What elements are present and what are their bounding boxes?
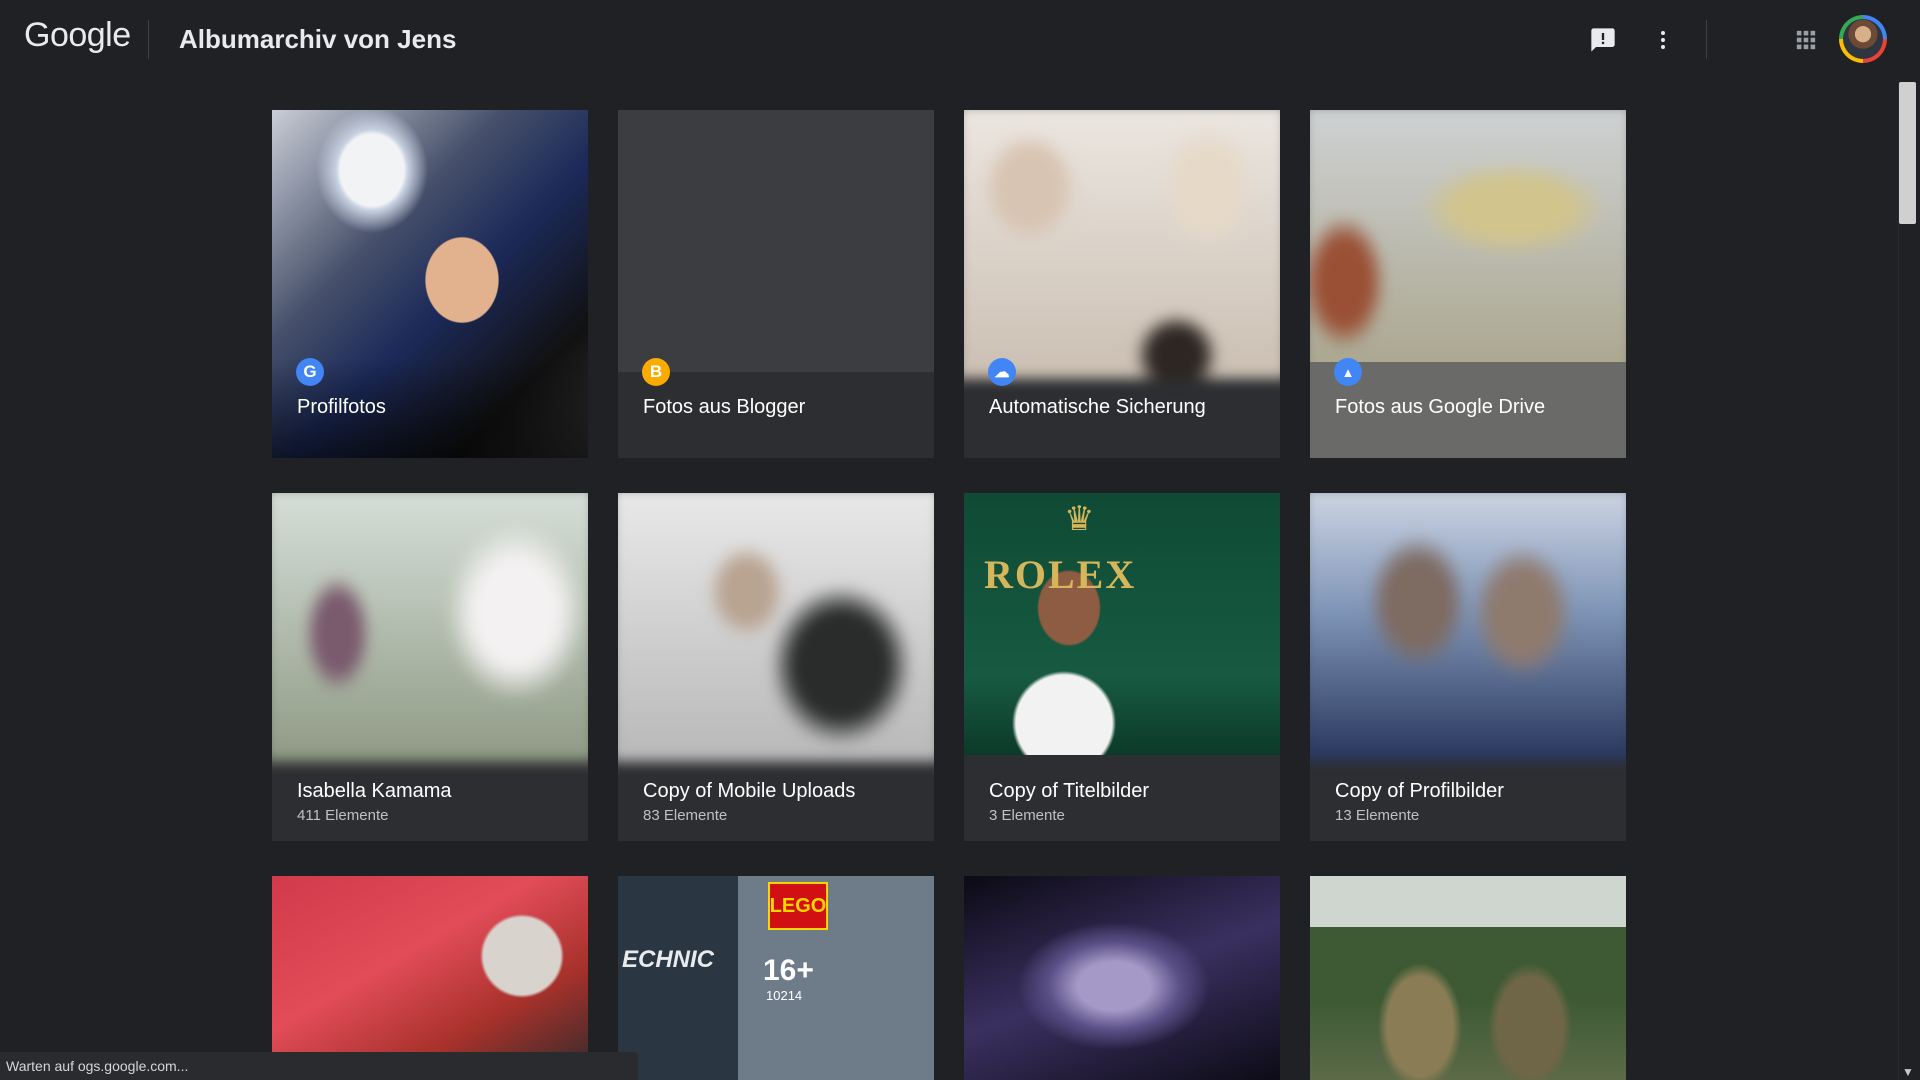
age-rating: 16+ bbox=[763, 954, 814, 987]
album-thumbnail bbox=[964, 110, 1280, 379]
album-thumbnail bbox=[1310, 110, 1626, 379]
album-thumbnail bbox=[618, 110, 934, 372]
technic-text: ECHNIC bbox=[622, 946, 715, 973]
scrollbar-thumb[interactable] bbox=[1899, 82, 1916, 224]
set-number: 10214 bbox=[766, 988, 803, 1003]
album-thumbnail: ♛ ROLEX bbox=[964, 493, 1280, 755]
album-card[interactable] bbox=[1310, 876, 1626, 1080]
album-name: Copy of Profilbilder bbox=[1335, 780, 1504, 802]
google-drive-icon: ▲ bbox=[1334, 358, 1362, 386]
album-item-count: 411 Elemente bbox=[297, 807, 389, 824]
album-name: Profilfotos bbox=[297, 396, 386, 418]
album-card[interactable]: Isabella Kamama 411 Elemente bbox=[272, 493, 588, 841]
browser-status-bar: Warten auf ogs.google.com... bbox=[0, 1052, 638, 1080]
album-card[interactable]: ECHNIC LEGO 16+ 10214 bbox=[618, 876, 934, 1080]
album-card[interactable]: ☁ Automatische Sicherung bbox=[964, 110, 1280, 458]
album-thumbnail bbox=[964, 876, 1280, 1080]
album-card[interactable]: Copy of Mobile Uploads 83 Elemente bbox=[618, 493, 934, 841]
album-name: Automatische Sicherung bbox=[989, 396, 1206, 418]
album-card[interactable] bbox=[272, 876, 588, 1080]
album-item-count: 83 Elemente bbox=[643, 807, 728, 824]
album-name: Copy of Titelbilder bbox=[989, 780, 1150, 802]
scroll-down-arrow-icon[interactable]: ▼ bbox=[1902, 1066, 1914, 1078]
blogger-icon: B bbox=[642, 358, 670, 386]
album-grid: G Profilfotos B Fotos aus Blogger ☁ Auto… bbox=[0, 0, 1900, 1080]
album-name: Isabella Kamama bbox=[297, 780, 452, 802]
album-card[interactable]: Copy of Profilbilder 13 Elemente bbox=[1310, 493, 1626, 841]
lego-logo: LEGO bbox=[768, 882, 828, 930]
album-card[interactable]: ▲ Fotos aus Google Drive bbox=[1310, 110, 1626, 458]
album-name: Fotos aus Blogger bbox=[643, 396, 806, 418]
album-thumbnail bbox=[1310, 876, 1626, 1080]
rolex-logo-text: ROLEX bbox=[984, 552, 1137, 597]
album-thumbnail bbox=[272, 493, 588, 762]
album-thumbnail bbox=[1310, 493, 1626, 762]
album-item-count: 13 Elemente bbox=[1335, 807, 1420, 824]
album-thumbnail bbox=[618, 493, 934, 762]
album-name: Copy of Mobile Uploads bbox=[643, 780, 856, 802]
album-card[interactable]: G Profilfotos bbox=[272, 110, 588, 458]
album-card[interactable]: B Fotos aus Blogger bbox=[618, 110, 934, 458]
album-card[interactable]: ♛ ROLEX Copy of Titelbilder 3 Elemente bbox=[964, 493, 1280, 841]
album-thumbnail: ECHNIC LEGO 16+ 10214 bbox=[618, 876, 934, 1080]
album-item-count: 3 Elemente bbox=[989, 807, 1065, 824]
album-name: Fotos aus Google Drive bbox=[1335, 396, 1546, 418]
google-g-icon: G bbox=[296, 358, 324, 386]
album-thumbnail bbox=[272, 876, 588, 1080]
album-card[interactable] bbox=[964, 876, 1280, 1080]
scrollbar-track[interactable] bbox=[1898, 80, 1920, 1080]
rolex-crown-logo: ♛ bbox=[1064, 500, 1095, 538]
cloud-upload-icon: ☁ bbox=[988, 358, 1016, 386]
